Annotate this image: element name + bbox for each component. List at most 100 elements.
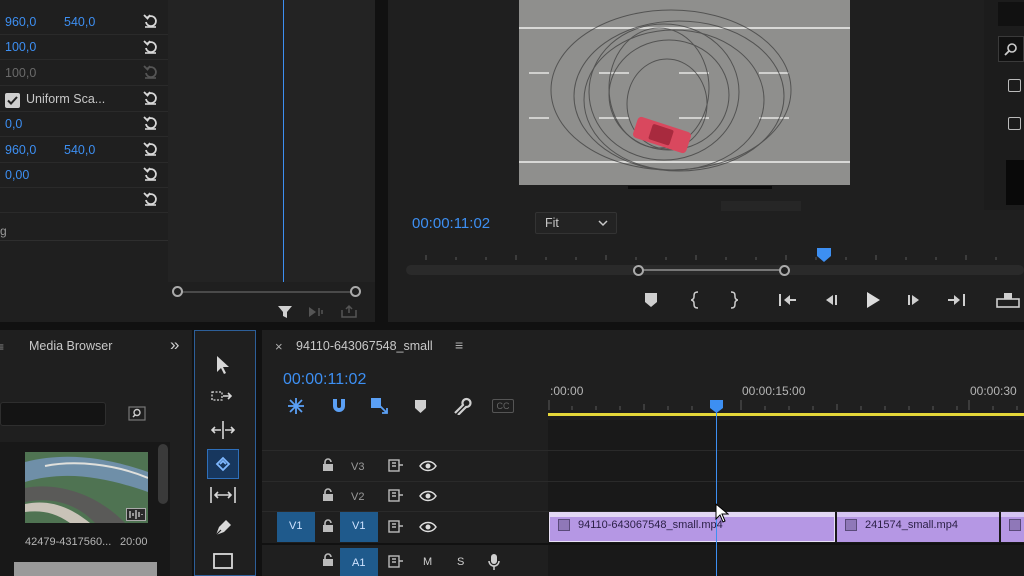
effect-controls-playhead[interactable] [283,0,284,282]
wrench-settings-icon[interactable] [452,397,472,415]
filter-icon[interactable] [277,305,293,319]
reset-icon[interactable] [142,165,160,183]
source-patch-v1[interactable]: V1 [277,512,315,542]
find-icon[interactable] [128,406,146,421]
rotation-value[interactable]: 0,0 [5,117,22,131]
tab-media-browser[interactable]: Media Browser [29,339,112,353]
right-checkbox-1[interactable] [1008,79,1021,92]
anchor-y-value[interactable]: 540,0 [64,143,95,157]
timeline-timecode[interactable]: 00:00:11:02 [283,371,366,389]
mark-in-icon[interactable] [689,291,701,309]
scale-value[interactable]: 100,0 [5,40,36,54]
go-to-in-icon[interactable] [778,292,798,308]
program-zoom-handle-left[interactable] [633,265,644,276]
solo-button[interactable]: S [457,556,464,568]
play-audio-icon [309,307,323,317]
timeline-clip[interactable]: 94110-643067548_small.mp4 [549,512,835,542]
zoom-handle-right[interactable] [350,286,361,297]
snap-magnet-icon[interactable] [330,398,348,414]
go-to-out-icon[interactable] [946,292,966,308]
reset-icon[interactable] [142,114,160,132]
media-thumbnail[interactable] [25,452,148,523]
track-divider-v2 [262,481,1024,482]
panel-overflow-icon[interactable]: » [170,335,179,355]
timeline-ruler[interactable]: :00:00 00:00:15:00 00:00:30 [548,376,1024,416]
reset-icon[interactable] [142,140,160,158]
timeline-clip-partial[interactable] [1001,512,1024,542]
program-zoom-range[interactable] [638,269,785,271]
position-x-value[interactable]: 960,0 [5,15,36,29]
timeline-marker-icon[interactable] [414,399,427,414]
track-target-a1[interactable]: A1 [340,548,378,576]
selection-tool-icon[interactable] [215,355,231,375]
anti-flicker-value[interactable]: 0,00 [5,168,29,182]
track-select-tool-icon[interactable] [211,388,235,406]
project-scrollbar[interactable] [158,444,168,504]
anchor-x-value[interactable]: 960,0 [5,143,36,157]
close-sequence-icon[interactable]: × [275,339,283,354]
program-video-frame[interactable] [519,0,850,185]
sequence-tab-name[interactable]: 94110-643067548_small [296,339,433,353]
effect-controls-timeline [168,0,375,282]
step-back-icon[interactable] [821,292,839,308]
microphone-icon[interactable] [488,553,500,571]
track-label-v2[interactable]: V2 [351,491,364,503]
nest-sequence-icon[interactable] [287,397,305,415]
timeline-playhead-line[interactable] [716,412,717,576]
track-target-v1[interactable]: V1 [340,512,378,542]
sync-lock-icon[interactable] [388,520,404,533]
lock-icon[interactable] [322,488,334,502]
uniform-scale-checkbox[interactable] [5,93,20,108]
project-search-input[interactable] [0,402,106,426]
lock-icon[interactable] [322,458,334,472]
pen-tool-icon[interactable] [212,517,234,539]
linked-selection-icon[interactable] [369,396,389,416]
check-icon [7,96,18,105]
reset-icon[interactable] [142,190,160,208]
add-marker-icon[interactable] [644,292,658,308]
play-icon[interactable] [864,291,882,309]
timeline-clip[interactable]: 241574_small.mp4 [837,512,999,542]
mark-out-icon[interactable] [728,291,740,309]
captions-button[interactable]: CC [492,399,514,413]
fit-dropdown[interactable]: Fit [535,212,617,234]
reset-icon[interactable] [142,38,160,56]
work-area-bar[interactable] [548,413,1024,416]
program-timecode[interactable]: 00:00:11:02 [412,215,490,232]
eye-icon[interactable] [419,490,437,502]
video-underline [628,186,772,189]
eye-icon[interactable] [419,521,437,533]
right-checkbox-2[interactable] [1008,117,1021,130]
sync-lock-icon[interactable] [388,459,404,472]
slip-tool-icon[interactable] [209,485,237,505]
resolution-dropdown[interactable] [721,201,801,211]
step-forward-icon[interactable] [906,292,924,308]
lock-icon[interactable] [322,553,334,567]
cut-off-label: g [0,224,7,238]
razor-tool-button[interactable] [207,449,239,479]
ripple-edit-tool-icon[interactable] [210,420,236,440]
reset-icon[interactable] [142,12,160,30]
sequence-tab-menu-icon[interactable]: ≡ [455,337,463,353]
eye-icon[interactable] [419,460,437,472]
reset-icon[interactable] [142,89,160,107]
track-label-v3[interactable]: V3 [351,461,364,473]
fx-badge-icon [1009,519,1021,531]
razor-tool-icon [215,456,231,472]
insert-icon[interactable] [996,291,1020,309]
sync-lock-icon[interactable] [388,489,404,502]
second-thumbnail[interactable] [14,562,157,576]
position-y-value[interactable]: 540,0 [64,15,95,29]
right-search-field[interactable] [998,36,1024,62]
lock-icon[interactable] [322,519,334,533]
drift-car-video-image [519,0,850,185]
program-zoom-handle-right[interactable] [779,265,790,276]
sync-lock-icon[interactable] [388,555,404,568]
mute-button[interactable]: M [423,556,432,568]
effect-controls-zoom-bar[interactable] [178,291,356,293]
zoom-handle-left[interactable] [172,286,183,297]
program-playhead-marker[interactable] [815,246,835,264]
rectangle-tool-icon[interactable] [212,551,234,571]
tab-marker: ≡ [0,340,5,354]
program-time-ruler[interactable] [406,243,1024,263]
